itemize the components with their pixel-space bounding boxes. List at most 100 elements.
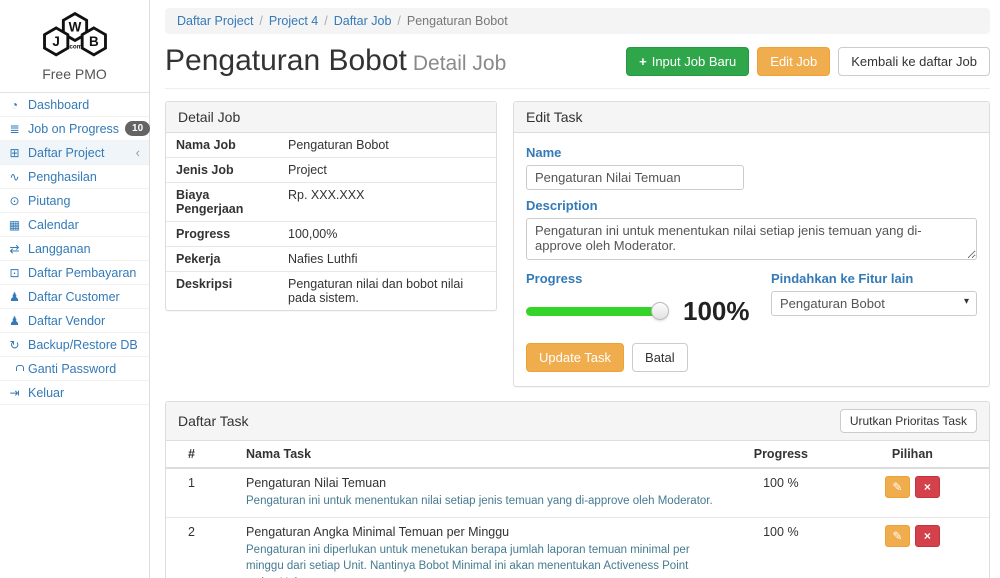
calendar-icon: ▦ xyxy=(7,218,22,232)
money-icon: ⊡ xyxy=(7,266,22,280)
sidebar-item-daftar-project[interactable]: ⊞ Daftar Project ‹ xyxy=(0,141,149,165)
tasks-icon: ≣ xyxy=(7,122,22,136)
header-actions: + Input Job Baru Edit Job Kembali ke daf… xyxy=(626,47,990,76)
task-table-header-row: # Nama Task Progress Pilihan xyxy=(166,441,989,468)
count-badge: 10 xyxy=(125,121,150,136)
breadcrumb-daftar-project[interactable]: Daftar Project xyxy=(177,14,253,28)
edit-task-panel: Edit Task Name Description Pengaturan in… xyxy=(513,101,990,387)
progress-slider[interactable] xyxy=(526,307,661,316)
breadcrumb: Daftar Project/Project 4/Daftar Job/Peng… xyxy=(165,8,990,34)
sidebar-item-penghasilan[interactable]: ∿ Penghasilan xyxy=(0,165,149,189)
table-row: Nama Job Pengaturan Bobot xyxy=(166,133,496,158)
sidebar-item-daftar-vendor[interactable]: ♟ Daftar Vendor xyxy=(0,309,149,333)
task-number: 1 xyxy=(166,468,238,517)
app-window: W J B .com Free PMO ◔ Dashboard ≣ Job on… xyxy=(0,0,1000,578)
sidebar-item-backup-restore-db[interactable]: ↻ Backup/Restore DB xyxy=(0,333,149,357)
dashboard-icon: ◔ xyxy=(7,98,22,112)
table-row: Progress 100,00% xyxy=(166,222,496,247)
edit-task-panel-title: Edit Task xyxy=(514,102,989,133)
urutkan-prioritas-task-button[interactable]: Urutkan Prioritas Task xyxy=(840,409,977,433)
delete-task-button[interactable]: × xyxy=(915,476,940,498)
close-icon: × xyxy=(924,480,931,494)
kembali-ke-daftar-job-button[interactable]: Kembali ke daftar Job xyxy=(838,47,990,76)
repeat-icon: ⇄ xyxy=(7,242,22,256)
chevron-left-icon: ‹ xyxy=(136,145,142,160)
breadcrumb-separator: / xyxy=(253,14,268,28)
sidebar-nav: ◔ Dashboard ≣ Job on Progress 10 ⊞ Dafta… xyxy=(0,93,149,405)
table-row: Deskripsi Pengaturan nilai dan bobot nil… xyxy=(166,272,496,311)
svg-text:W: W xyxy=(68,20,81,35)
table-row: Biaya Pengerjaan Rp. XXX.XXX xyxy=(166,183,496,222)
sidebar-item-ganti-password[interactable]: Ganti Password xyxy=(0,357,149,381)
batal-button[interactable]: Batal xyxy=(632,343,688,372)
task-description: Pengaturan ini untuk menentukan nilai se… xyxy=(246,493,718,510)
task-name: Pengaturan Angka Minimal Temuan per Ming… xyxy=(246,525,718,539)
sign-out-icon: ⇥ xyxy=(7,386,22,400)
pencil-icon: ✎ xyxy=(892,529,902,543)
sidebar-item-daftar-customer[interactable]: ♟ Daftar Customer xyxy=(0,285,149,309)
edit-task-button[interactable]: ✎ xyxy=(885,476,910,498)
detail-job-panel-title: Detail Job xyxy=(166,102,496,133)
main-content: Daftar Project/Project 4/Daftar Job/Peng… xyxy=(150,0,1000,578)
breadcrumb-daftar-job[interactable]: Daftar Job xyxy=(334,14,392,28)
line-chart-icon: ∿ xyxy=(7,170,22,184)
refresh-icon: ↻ xyxy=(7,338,22,352)
sidebar-item-daftar-pembayaran[interactable]: ⊡ Daftar Pembayaran xyxy=(0,261,149,285)
table-icon: ⊞ xyxy=(7,146,22,160)
users-icon: ♟ xyxy=(7,290,22,304)
svg-text:.com: .com xyxy=(67,44,82,51)
update-task-button[interactable]: Update Task xyxy=(526,343,624,372)
breadcrumb-separator: / xyxy=(318,14,333,28)
detail-job-table: Nama Job Pengaturan Bobot Jenis Job Proj… xyxy=(166,133,496,310)
users-icon: ♟ xyxy=(7,314,22,328)
breadcrumb-separator: / xyxy=(391,14,406,28)
sidebar-item-langganan[interactable]: ⇄ Langganan xyxy=(0,237,149,261)
task-progress: 100 % xyxy=(726,468,836,517)
money-icon: ⊙ xyxy=(7,194,22,208)
brand-name: Free PMO xyxy=(0,66,149,82)
page-title: Pengaturan BobotDetail Job xyxy=(165,44,506,78)
move-to-feature-select[interactable]: Pengaturan Bobot xyxy=(771,291,977,316)
task-table: # Nama Task Progress Pilihan 1 Pengatura… xyxy=(166,441,989,578)
table-row: Jenis Job Project xyxy=(166,158,496,183)
move-to-feature-label: Pindahkan ke Fitur lain xyxy=(771,271,977,286)
sidebar-item-piutang[interactable]: ⊙ Piutang xyxy=(0,189,149,213)
sidebar-item-keluar[interactable]: ⇥ Keluar xyxy=(0,381,149,405)
input-job-baru-button[interactable]: + Input Job Baru xyxy=(626,47,749,76)
task-progress: 100 % xyxy=(726,517,836,578)
task-description: Pengaturan ini diperlukan untuk menetuka… xyxy=(246,542,718,578)
progress-slider-fill xyxy=(526,307,661,316)
edit-task-button[interactable]: ✎ xyxy=(885,525,910,547)
page-header: Pengaturan BobotDetail Job + Input Job B… xyxy=(165,42,990,89)
sidebar-item-dashboard[interactable]: ◔ Dashboard xyxy=(0,93,149,117)
sidebar-item-job-on-progress[interactable]: ≣ Job on Progress 10 xyxy=(0,117,149,141)
page-subtitle: Detail Job xyxy=(413,52,506,75)
delete-task-button[interactable]: × xyxy=(915,525,940,547)
progress-label: Progress xyxy=(526,271,771,286)
edit-job-button[interactable]: Edit Job xyxy=(757,47,830,76)
sidebar: W J B .com Free PMO ◔ Dashboard ≣ Job on… xyxy=(0,0,150,578)
pencil-icon: ✎ xyxy=(892,480,902,494)
name-label: Name xyxy=(526,145,977,160)
table-row: 2 Pengaturan Angka Minimal Temuan per Mi… xyxy=(166,517,989,578)
task-name-input[interactable] xyxy=(526,165,744,190)
svg-text:J: J xyxy=(52,34,59,49)
description-label: Description xyxy=(526,198,977,213)
task-number: 2 xyxy=(166,517,238,578)
plus-icon: + xyxy=(639,54,647,69)
jwb-logo-icon: W J B .com xyxy=(29,10,121,62)
close-icon: × xyxy=(924,529,931,543)
detail-job-panel: Detail Job Nama Job Pengaturan Bobot Jen… xyxy=(165,101,497,311)
breadcrumb-current: Pengaturan Bobot xyxy=(407,14,508,28)
task-description-textarea[interactable]: Pengaturan ini untuk menentukan nilai se… xyxy=(526,218,977,260)
table-row: 1 Pengaturan Nilai Temuan Pengaturan ini… xyxy=(166,468,989,517)
progress-value: 100% xyxy=(683,296,750,327)
table-row: Pekerja Nafies Luthfi xyxy=(166,247,496,272)
daftar-task-panel-title: Daftar Task xyxy=(178,413,249,429)
sidebar-item-calendar[interactable]: ▦ Calendar xyxy=(0,213,149,237)
slider-handle[interactable] xyxy=(651,302,669,320)
breadcrumb-project-4[interactable]: Project 4 xyxy=(269,14,318,28)
brand-block: W J B .com Free PMO xyxy=(0,0,149,93)
task-name: Pengaturan Nilai Temuan xyxy=(246,476,718,490)
svg-text:B: B xyxy=(88,34,98,49)
